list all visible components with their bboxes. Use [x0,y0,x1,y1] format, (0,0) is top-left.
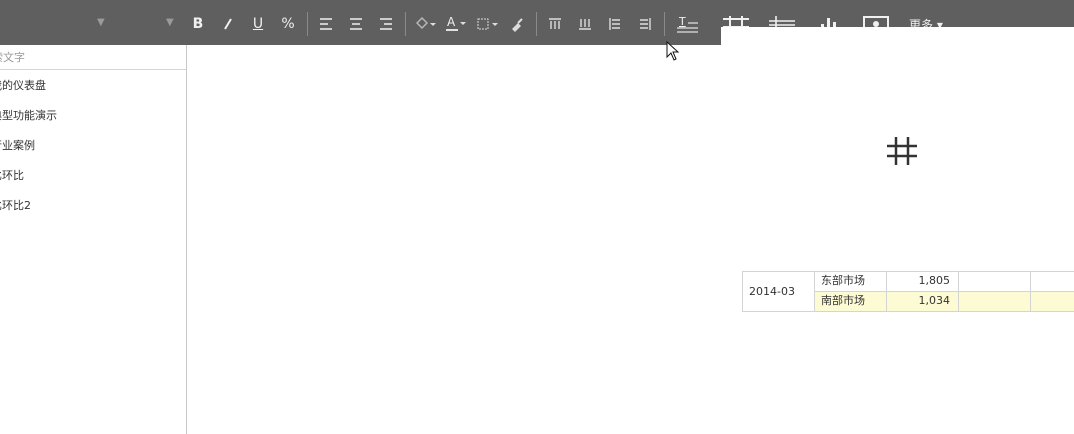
toolbar-divider [536,12,537,36]
border-button[interactable] [474,10,502,38]
brush-italic-icon [224,18,232,30]
sidebar-item-label: 典型功能演示 [0,109,57,122]
value-cell[interactable]: 1,805 [886,271,959,292]
align-left-button[interactable] [313,10,339,38]
report-canvas[interactable] [721,27,1074,434]
region-value: 南部市场 [821,294,865,307]
align-left-icon [320,18,332,30]
insert-row-below-icon [579,19,591,30]
align-center-button[interactable] [343,10,369,38]
font-color-button[interactable]: A [442,10,470,38]
text-format-button[interactable]: T [674,10,702,38]
bold-icon: B [192,16,204,32]
sidebar-item-label: 我的仪表盘 [0,79,46,92]
sidebar-item-yoy-mom-2[interactable]: 比环比2 [0,195,186,217]
empty-cell[interactable] [1030,291,1074,312]
underline-button[interactable]: U [245,10,271,38]
font-size-dropdown-arrow[interactable]: ▼ [97,17,105,28]
search-input[interactable] [0,45,186,70]
sidebar-item-industry-cases[interactable]: 行业案例 [0,135,186,157]
table-drag-icon [887,137,917,165]
empty-cell[interactable] [958,271,1031,292]
period-cell[interactable]: 2014-03 [742,271,815,312]
align-right-button[interactable] [373,10,399,38]
insert-column-right-button[interactable] [632,10,658,38]
sidebar-item-yoy-mom[interactable]: 比环比 [0,165,186,187]
sidebar: 我的仪表盘 典型功能演示 行业案例 比环比 比环比2 [0,45,187,434]
insert-row-above-button[interactable] [542,10,568,38]
font-family-dropdown-arrow[interactable]: ▼ [166,17,174,28]
region-value: 东部市场 [821,274,865,287]
align-right-icon [380,18,392,30]
region-cell[interactable]: 东部市场 [814,271,887,292]
sales-value: 1,034 [918,294,951,307]
insert-row-below-button[interactable] [572,10,598,38]
paint-bucket-icon [416,17,436,29]
bold-button[interactable]: B [185,10,211,38]
sidebar-item-dashboard[interactable]: 我的仪表盘 [0,75,186,97]
text-lines-icon: T [677,15,698,33]
period-value: 2014-03 [749,285,795,298]
svg-text:T: T [678,15,686,28]
toolbar-divider [664,12,665,36]
report-table: 2014-03 东部市场 1,805 南部市场 1,034 [742,271,1074,312]
fill-color-button[interactable] [412,10,440,38]
insert-column-left-icon [609,18,620,30]
italic-button[interactable] [215,10,241,38]
toolbar-divider [307,12,308,36]
sidebar-item-feature-demo[interactable]: 典型功能演示 [0,105,186,127]
insert-column-left-button[interactable] [602,10,628,38]
border-icon [477,18,498,30]
sidebar-item-label: 比环比 [0,169,24,182]
align-center-icon [350,18,362,30]
empty-cell[interactable] [1030,271,1074,292]
underline-icon: U [252,16,264,32]
mouse-cursor-icon [666,41,680,61]
font-color-icon: A [446,15,466,31]
insert-column-right-icon [640,18,651,30]
strikethrough-button[interactable]: % [275,10,301,38]
format-painter-icon [512,18,523,32]
region-cell[interactable]: 南部市场 [814,291,887,312]
strikethrough-icon: % [281,16,295,32]
empty-cell[interactable] [958,291,1031,312]
value-cell[interactable]: 1,034 [886,291,959,312]
toolbar-divider [405,12,406,36]
format-painter-button[interactable] [504,10,530,38]
sidebar-item-label: 行业案例 [0,139,35,152]
sales-value: 1,805 [918,274,951,287]
svg-text:A: A [447,15,456,29]
insert-row-above-icon [549,18,561,29]
sidebar-item-label: 比环比2 [0,199,31,212]
